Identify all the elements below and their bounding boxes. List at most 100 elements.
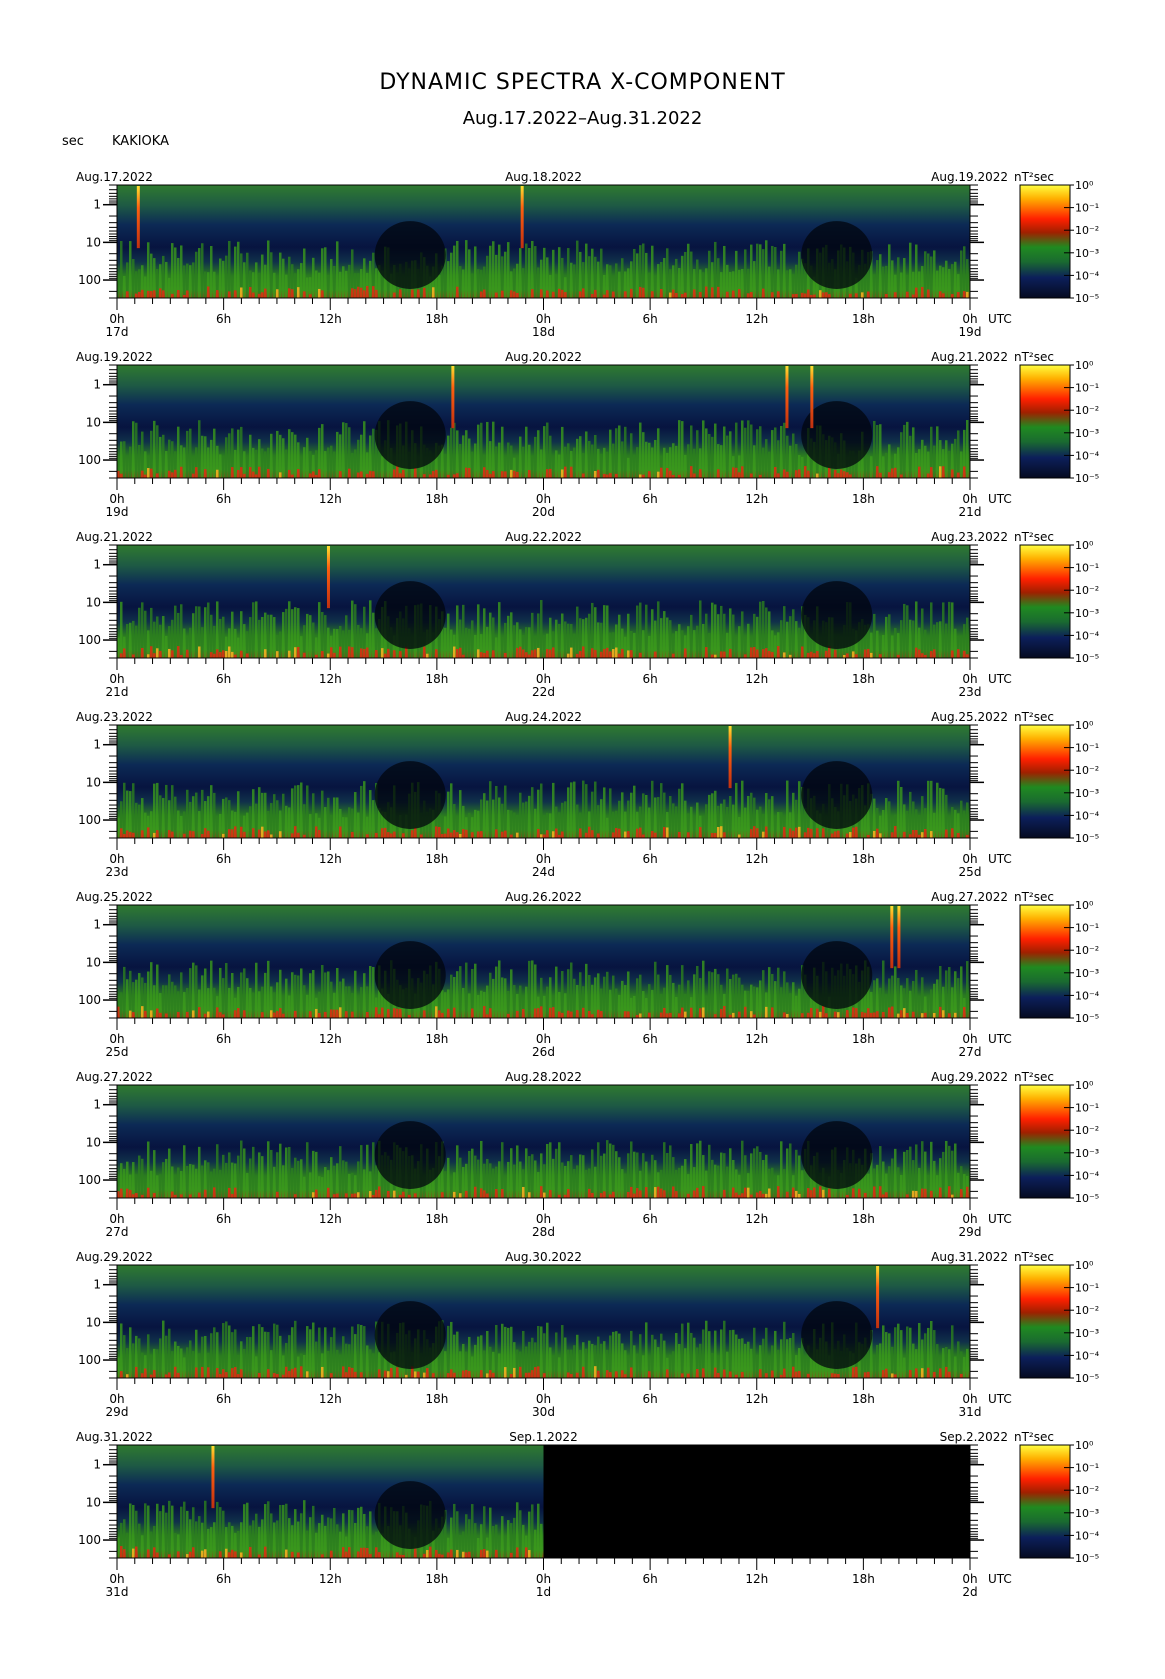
day-label: 31d [106, 1585, 129, 1599]
colorbar-tick-label: 10⁻¹ [1075, 1102, 1099, 1115]
x-tick-label: 18h [425, 852, 448, 866]
colorbar-tick-label: 10⁻³ [1075, 247, 1099, 260]
spectrogram-panel: 1 10 100 Aug.25.2022 Aug.26.2022 Aug.27.2022 n… [76, 890, 1100, 1059]
day-label: 23d [106, 865, 129, 879]
x-tick-label: 0h [109, 492, 124, 506]
colorbar-tick-label: 10⁰ [1075, 719, 1094, 732]
colorbar-tick-label: 10⁻¹ [1075, 922, 1099, 935]
x-tick-label: 0h [536, 312, 551, 326]
y-tick-label: 10 [86, 775, 101, 789]
y-tick-label: 10 [86, 1135, 101, 1149]
x-tick-label: 0h [962, 672, 977, 686]
x-tick-label: 12h [745, 1392, 768, 1406]
colorbar-tick-label: 10⁻¹ [1075, 202, 1099, 215]
colorbar [1019, 1444, 1071, 1559]
panel-start-date: Aug.25.2022 [76, 890, 153, 904]
y-tick-label: 10 [86, 1315, 101, 1329]
colorbar-tick-label: 10⁻² [1075, 1124, 1099, 1137]
colorbar-tick-label: 10⁻² [1075, 224, 1099, 237]
day-label: 28d [532, 1225, 555, 1239]
x-tick-label: 0h [109, 852, 124, 866]
x-tick-label: 0h [109, 1572, 124, 1586]
panel-mid-date: Aug.24.2022 [505, 710, 582, 724]
colorbar-tick-label: 10⁻⁴ [1075, 1169, 1100, 1182]
event-spike [728, 726, 732, 789]
panel-end-date: Aug.27.2022 [931, 890, 1008, 904]
day-label: 2d [962, 1585, 977, 1599]
event-spike [211, 1446, 215, 1509]
colorbar-unit-label: nT²sec [1014, 1070, 1054, 1084]
colorbar-unit-label: nT²sec [1014, 350, 1054, 364]
spectrogram-panel: 1 10 100 Aug.31.2022 Sep.1.2022 Sep.2.2022 nT²… [76, 1430, 1100, 1599]
x-tick-label: 6h [643, 672, 658, 686]
colorbar-tick-label: 10⁻³ [1075, 427, 1099, 440]
x-tick-label: 0h [962, 492, 977, 506]
panel-start-date: Aug.31.2022 [76, 1430, 153, 1444]
x-tick-label: 12h [745, 1212, 768, 1226]
x-tick-label: 0h [962, 1572, 977, 1586]
x-tick-label: 18h [852, 852, 875, 866]
x-tick-label: 6h [643, 312, 658, 326]
event-spike [520, 186, 524, 249]
panel-start-date: Aug.21.2022 [76, 530, 153, 544]
colorbar-tick-label: 10⁻⁴ [1075, 809, 1100, 822]
colorbar-unit-label: nT²sec [1014, 1430, 1054, 1444]
x-tick-label: 6h [216, 1572, 231, 1586]
x-tick-label: 0h [962, 1212, 977, 1226]
day-label: 25d [959, 865, 982, 879]
x-tick-label: 12h [319, 312, 342, 326]
y-tick-label: 100 [78, 1533, 101, 1547]
panel-mid-date: Aug.20.2022 [505, 350, 582, 364]
colorbar-tick-label: 10⁻³ [1075, 787, 1099, 800]
colorbar-tick-label: 10⁻¹ [1075, 1282, 1099, 1295]
colorbar [1019, 724, 1071, 839]
day-label: 31d [959, 1405, 982, 1419]
x-tick-label: 0h [962, 852, 977, 866]
colorbar-tick-label: 10⁻⁵ [1075, 832, 1099, 845]
x-tick-label: 12h [745, 852, 768, 866]
x-tick-label: 6h [643, 852, 658, 866]
panel-end-date: Aug.21.2022 [931, 350, 1008, 364]
y-tick-label: 100 [78, 633, 101, 647]
day-label: 26d [532, 1045, 555, 1059]
colorbar-tick-label: 10⁻² [1075, 584, 1099, 597]
day-label: 30d [532, 1405, 555, 1419]
x-tick-label: 6h [216, 1032, 231, 1046]
colorbar-tick-label: 10⁰ [1075, 179, 1094, 192]
x-tick-label: 6h [216, 1392, 231, 1406]
day-label: 17d [106, 325, 129, 339]
x-tick-label: 12h [745, 492, 768, 506]
colorbar-tick-label: 10⁻⁴ [1075, 1529, 1100, 1542]
x-tick-label: 6h [643, 1392, 658, 1406]
colorbar [1019, 904, 1071, 1019]
day-label: 1d [536, 1585, 551, 1599]
x-tick-label: 12h [319, 1572, 342, 1586]
panel-mid-date: Aug.18.2022 [505, 170, 582, 184]
day-label: 27d [959, 1045, 982, 1059]
x-tick-label: 0h [109, 1032, 124, 1046]
y-tick-label: 100 [78, 273, 101, 287]
y-tick-label: 10 [86, 955, 101, 969]
colorbar [1019, 184, 1071, 299]
x-tick-label: 6h [216, 312, 231, 326]
x-tick-label: 12h [745, 312, 768, 326]
x-tick-label: 0h [962, 1392, 977, 1406]
x-tick-label: 12h [319, 1032, 342, 1046]
panel-end-date: Aug.25.2022 [931, 710, 1008, 724]
colorbar [1019, 1084, 1071, 1199]
day-label: 21d [106, 685, 129, 699]
x-tick-label: 0h [536, 672, 551, 686]
colorbar-tick-label: 10⁻⁴ [1075, 269, 1100, 282]
colorbar-unit-label: nT²sec [1014, 890, 1054, 904]
day-label: 21d [959, 505, 982, 519]
x-tick-label: 6h [216, 672, 231, 686]
spectrogram-panel: 1 10 100 Aug.21.2022 Aug.22.2022 Aug.23.2022 n… [76, 530, 1100, 699]
day-label: 20d [532, 505, 555, 519]
x-tick-label: 6h [216, 492, 231, 506]
x-tick-label: 6h [643, 1572, 658, 1586]
y-tick-label: 1 [93, 1098, 101, 1112]
x-tick-label: 0h [109, 1392, 124, 1406]
colorbar-tick-label: 10⁰ [1075, 1259, 1094, 1272]
x-tick-label: 0h [536, 492, 551, 506]
panel-mid-date: Aug.22.2022 [505, 530, 582, 544]
